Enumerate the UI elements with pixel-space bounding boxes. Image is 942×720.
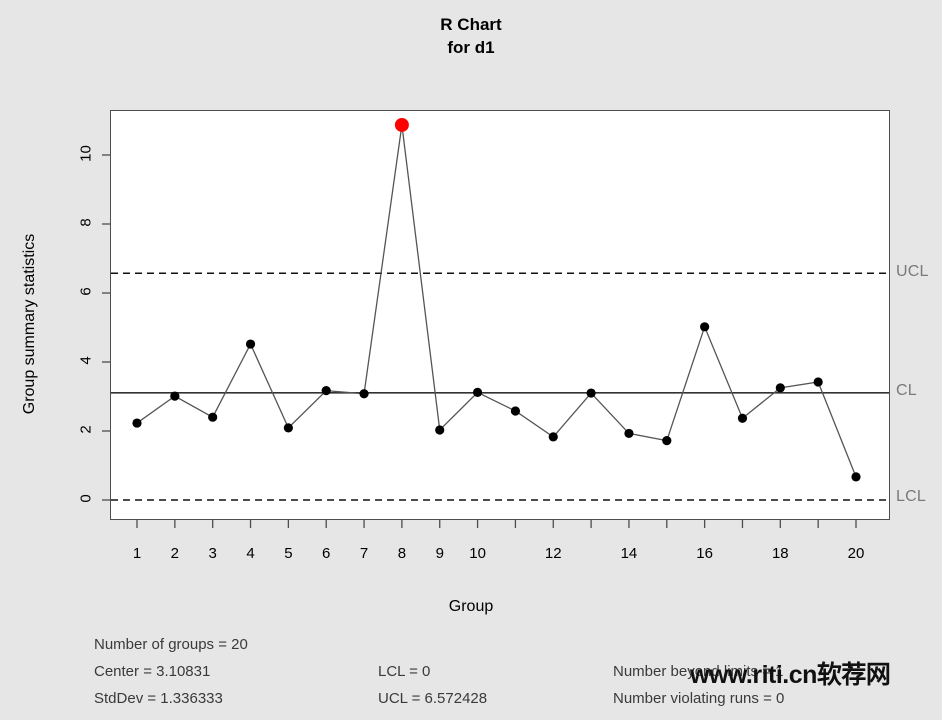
plot-panel	[110, 110, 890, 520]
x-tick-label: 1	[132, 545, 142, 562]
chart-title-line-1: R Chart	[440, 15, 502, 34]
x-tick-label: 14	[620, 545, 638, 562]
x-tick-label: 20	[847, 545, 865, 562]
x-tick-label: 16	[696, 545, 713, 562]
y-tick-label: 0	[77, 494, 95, 503]
x-tick-label: 8	[397, 545, 407, 562]
watermark: www.riti.cn软荐网	[690, 661, 891, 689]
y-tick-label: 8	[77, 218, 95, 227]
y-axis-title: Group summary statistics	[21, 233, 38, 415]
chart-title: R Chart for d1	[0, 14, 942, 60]
stats-row-3: StdDev = 1.336333 UCL = 6.572428 Number …	[0, 690, 942, 716]
lcl-label: LCL	[896, 488, 926, 505]
y-tick-label: 2	[77, 425, 95, 434]
ucl-label: UCL	[896, 263, 929, 280]
x-tick-label: 7	[359, 545, 369, 562]
x-tick-label: 10	[469, 545, 486, 562]
stat-lcl: LCL = 0	[378, 663, 431, 680]
x-tick-label: 5	[284, 545, 293, 562]
stat-stddev: StdDev = 1.336333	[94, 690, 223, 707]
x-tick-label: 3	[208, 545, 217, 562]
chart-title-line-2: for d1	[447, 37, 495, 57]
stat-number-violating-runs: Number violating runs = 0	[613, 690, 785, 707]
x-axis-title: Group	[448, 598, 494, 615]
stat-center: Center = 3.10831	[94, 663, 211, 680]
x-tick-label: 18	[771, 545, 789, 562]
x-tick-label: 9	[435, 545, 444, 562]
y-tick-label: 10	[77, 145, 95, 162]
x-tick-label: 2	[170, 545, 179, 562]
stat-ucl: UCL = 6.572428	[378, 690, 488, 707]
r-chart-plot-window: R Chart for d1 Group summary statistics …	[0, 0, 942, 720]
cl-label: CL	[896, 382, 917, 399]
y-tick-label: 6	[77, 287, 95, 296]
x-tick-label: 4	[246, 545, 255, 562]
stat-number-of-groups: Number of groups = 20	[94, 636, 248, 653]
y-tick-label: 4	[77, 356, 95, 365]
x-tick-label: 12	[544, 545, 562, 562]
x-tick-label: 6	[322, 545, 331, 562]
